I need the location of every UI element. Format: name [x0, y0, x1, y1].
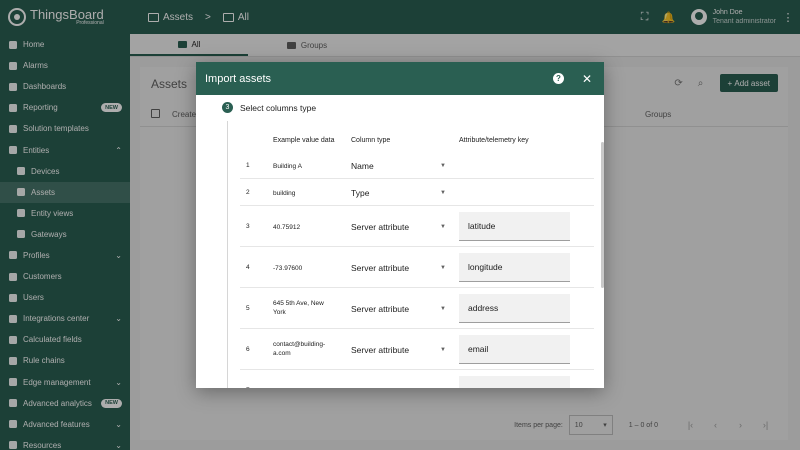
attribute-key-input[interactable]: email	[459, 334, 570, 364]
import-assets-dialog: Import assets ? ✕ 3 Select columns type …	[196, 62, 604, 388]
dropdown-arrow-icon[interactable]: ▼	[440, 306, 446, 312]
table-row: 7	[240, 370, 594, 388]
column-type-select[interactable]: Type	[351, 188, 369, 198]
attribute-key-input[interactable]	[459, 375, 570, 388]
row-example-value: 645 5th Ave, New York	[273, 299, 324, 317]
row-index: 2	[246, 188, 250, 196]
row-example-value: building	[273, 189, 296, 197]
row-example-value: contact@building-a.com	[273, 340, 326, 358]
help-icon[interactable]: ?	[553, 73, 564, 84]
row-index: 6	[246, 345, 250, 353]
attribute-key-input[interactable]: latitude	[459, 211, 570, 241]
column-type-select[interactable]: Server attribute	[351, 263, 409, 273]
row-index: 5	[246, 304, 250, 312]
table-row: 2 building Type ▼	[240, 179, 594, 206]
attribute-key-input[interactable]: longitude	[459, 252, 570, 282]
row-index: 7	[246, 387, 250, 389]
step-label: Select columns type	[240, 102, 317, 113]
table-row: 4 -73.97600 Server attribute ▼ longitude	[240, 247, 594, 288]
dropdown-arrow-icon[interactable]: ▼	[440, 190, 446, 196]
column-type-select[interactable]: Server attribute	[351, 345, 409, 355]
header-attribute-key: Attribute/telemetry key	[459, 137, 529, 144]
dropdown-arrow-icon[interactable]: ▼	[440, 163, 446, 169]
column-type-select[interactable]: Server attribute	[351, 222, 409, 232]
stepper-step: 3 Select columns type	[222, 102, 316, 113]
dropdown-arrow-icon[interactable]: ▼	[440, 265, 446, 271]
dialog-scrollbar[interactable]	[601, 142, 604, 288]
row-index: 1	[246, 161, 250, 169]
row-example-value: 40.75912	[273, 223, 301, 231]
columns-table-header: Example value data Column type Attribute…	[240, 128, 594, 152]
dialog-header: Import assets ? ✕	[196, 62, 604, 95]
close-icon[interactable]: ✕	[578, 72, 596, 86]
dropdown-arrow-icon[interactable]: ▼	[440, 347, 446, 353]
step-number: 3	[222, 102, 233, 113]
row-example-value: Building A	[273, 162, 302, 170]
column-type-select[interactable]: Server attribute	[351, 304, 409, 314]
table-row: 3 40.75912 Server attribute ▼ latitude	[240, 206, 594, 247]
columns-table: Example value data Column type Attribute…	[240, 128, 604, 388]
column-type-select[interactable]: Name	[351, 161, 374, 171]
table-row: 1 Building A Name ▼	[240, 152, 594, 179]
header-column-type: Column type	[351, 137, 391, 144]
row-example-value: -73.97600	[273, 264, 303, 272]
dropdown-arrow-icon[interactable]: ▼	[440, 224, 446, 230]
attribute-key-input[interactable]: address	[459, 293, 570, 323]
table-row: 6 contact@building-a.com Server attribute ▼…	[240, 329, 594, 370]
header-example-value: Example value data	[273, 137, 335, 144]
table-row: 5 645 5th Ave, New York Server attribute ▼ a…	[240, 288, 594, 329]
dialog-title: Import assets	[205, 72, 272, 85]
row-index: 3	[246, 222, 250, 230]
stepper-line	[227, 121, 228, 388]
row-index: 4	[246, 263, 250, 271]
